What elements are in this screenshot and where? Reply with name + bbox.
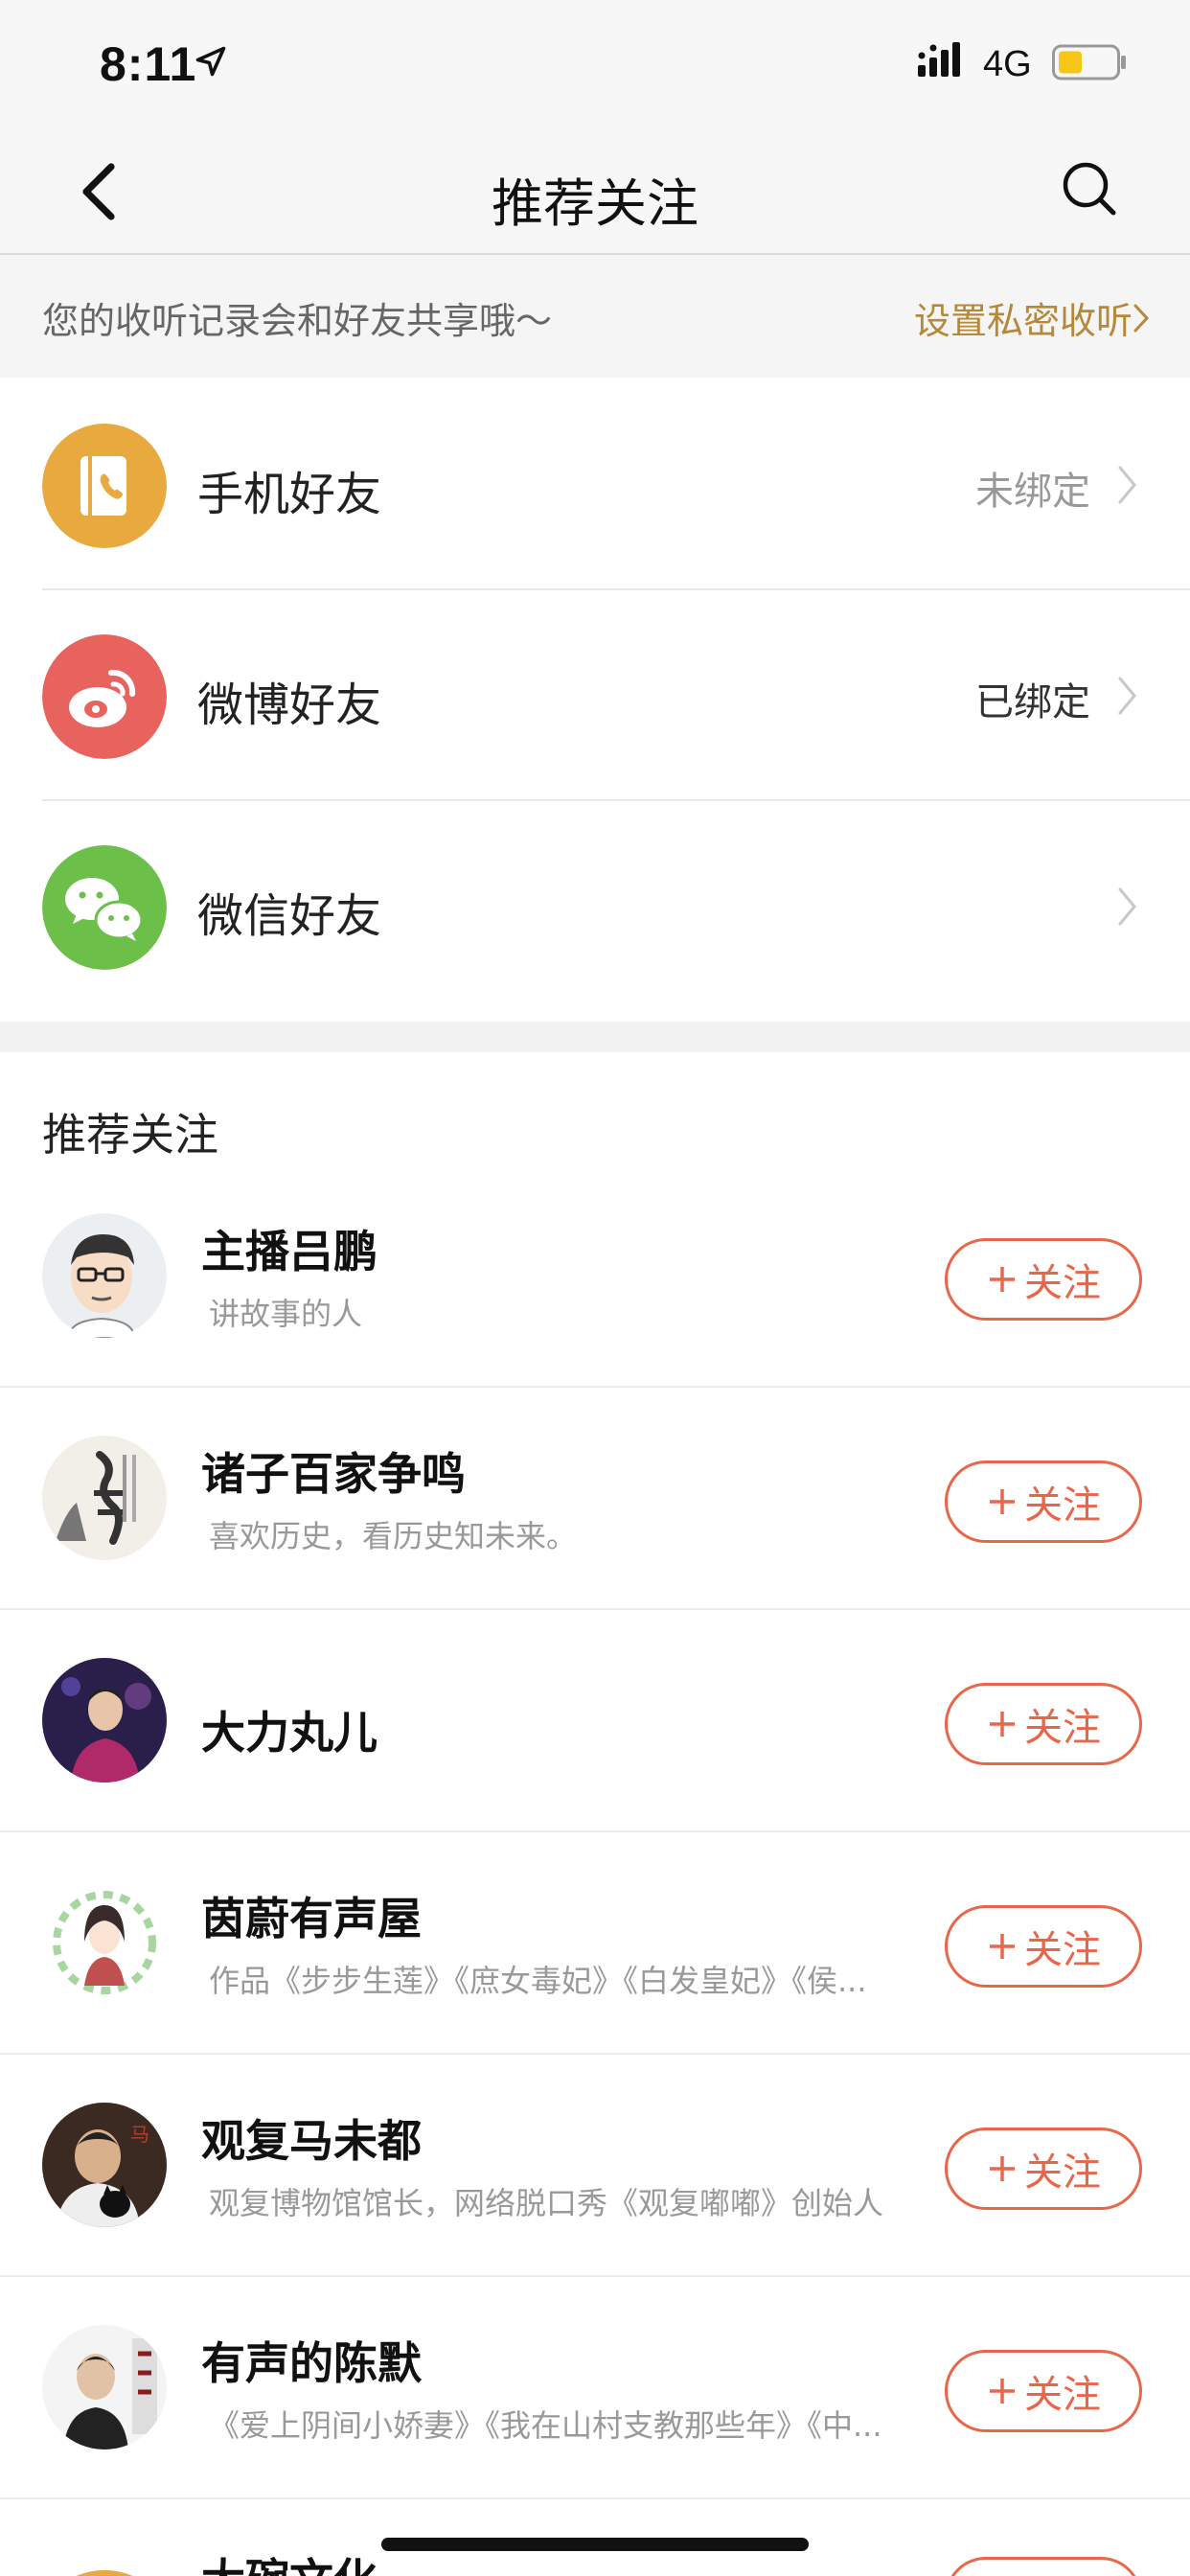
friend-row-wechat[interactable]: 微信好友 — [0, 801, 1190, 1012]
avatar[interactable] — [42, 2325, 167, 2450]
chevron-right-icon — [1118, 677, 1136, 715]
follow-label: 关注 — [1024, 2373, 1101, 2417]
follow-button[interactable]: 关注 — [945, 1460, 1142, 1543]
user-name: 大力丸儿 — [201, 1707, 378, 1759]
chevron-right-icon — [1133, 304, 1150, 333]
network-type: 4G — [983, 44, 1032, 84]
list-item[interactable]: 马 观复马未都 观复博物馆馆长，网络脱口秀《观复嘟嘟》创始人 关注 — [0, 2055, 1190, 2275]
private-listen-link[interactable]: 设置私密收听 — [914, 291, 1133, 344]
user-desc: 《爱上阴间小娇妻》《我在山村支教那些年》《中... — [209, 2407, 882, 2444]
user-name: 观复马未都 — [201, 2115, 422, 2167]
nav-bar: 推荐关注 — [0, 134, 1190, 255]
wechat-icon — [42, 845, 167, 970]
follow-label: 关注 — [1024, 1484, 1101, 1528]
location-arrow-icon — [195, 46, 226, 77]
user-name: 诸子百家争鸣 — [201, 1448, 466, 1500]
status-bar: 8:11 4G — [0, 0, 1190, 134]
friend-label: 微信好友 — [197, 889, 382, 943]
user-desc: 喜欢历史，看历史知未来。 — [209, 1518, 578, 1554]
follow-label: 关注 — [1024, 1706, 1101, 1750]
search-icon[interactable] — [1058, 157, 1121, 220]
chevron-right-icon — [1118, 466, 1136, 504]
user-desc: 观复博物馆馆长，网络脱口秀《观复嘟嘟》创始人 — [209, 2185, 884, 2221]
follow-button[interactable]: 关注 — [945, 1683, 1142, 1765]
user-name: 茵蔚有声屋 — [201, 1893, 422, 1944]
home-indicator[interactable] — [381, 2538, 809, 2551]
svg-text:马: 马 — [130, 2123, 149, 2146]
follow-label: 关注 — [1024, 1928, 1101, 1972]
follow-button[interactable]: 关注 — [945, 1905, 1142, 1988]
follow-button[interactable]: 关注 — [945, 2350, 1142, 2432]
phone-book-icon — [42, 424, 167, 548]
friend-row-weibo[interactable]: 微博好友 已绑定 — [0, 590, 1190, 801]
avatar[interactable] — [42, 1436, 167, 1560]
follow-label: 关注 — [1005, 2570, 1082, 2576]
page-title: 推荐关注 — [492, 173, 698, 234]
avatar[interactable] — [42, 1213, 167, 1338]
section-title: 推荐关注 — [42, 1109, 218, 1161]
plus-icon — [990, 2156, 1015, 2181]
user-desc: 讲故事的人 — [209, 1296, 363, 1332]
plus-icon — [990, 1267, 1015, 1292]
battery-icon — [1052, 44, 1126, 80]
avatar[interactable]: 马 — [42, 2103, 167, 2227]
avatar[interactable] — [42, 1880, 167, 2005]
status-time: 8:11 — [100, 37, 197, 91]
signal-icon — [918, 42, 960, 77]
bind-status: 已绑定 — [975, 680, 1090, 724]
bind-status: 未绑定 — [975, 470, 1090, 514]
avatar[interactable] — [42, 2551, 167, 2576]
friend-row-phone[interactable]: 手机好友 未绑定 — [0, 380, 1190, 590]
plus-icon — [990, 1934, 1015, 1959]
user-name: 主播吕鹏 — [201, 1226, 378, 1277]
notice-text: 您的收听记录会和好友共享哦～ — [42, 300, 553, 342]
user-name: 有声的陈默 — [201, 2337, 422, 2389]
weibo-icon — [42, 634, 167, 759]
plus-icon — [990, 2379, 1015, 2404]
friend-label: 手机好友 — [197, 468, 382, 521]
follow-label: 关注 — [1024, 2150, 1101, 2195]
list-item[interactable]: 大力丸儿 关注 — [0, 1610, 1190, 1830]
share-notice: 您的收听记录会和好友共享哦～ 设置私密收听 — [0, 255, 1190, 378]
list-item[interactable]: 茵蔚有声屋 作品《步步生莲》《庶女毒妃》《白发皇妃》《侯... 关注 — [0, 1832, 1190, 2053]
follow-label: 关注 — [1024, 1261, 1101, 1305]
list-item[interactable]: 诸子百家争鸣 喜欢历史，看历史知未来。 关注 — [0, 1388, 1190, 1608]
follow-button[interactable]: 关注 — [945, 1238, 1142, 1321]
plus-icon — [990, 1489, 1015, 1514]
chevron-right-icon — [1118, 887, 1136, 926]
follow-button[interactable]: 关注 — [945, 2128, 1142, 2210]
user-desc: 作品《步步生莲》《庶女毒妃》《白发皇妃》《侯... — [209, 1963, 867, 1999]
avatar[interactable] — [42, 1658, 167, 1782]
list-item[interactable]: 有声的陈默 《爱上阴间小娇妻》《我在山村支教那些年》《中... 关注 — [0, 2277, 1190, 2497]
follow-button[interactable]: 关注 — [945, 2557, 1142, 2576]
friend-label: 微博好友 — [197, 678, 382, 732]
section-separator — [0, 1022, 1190, 1052]
plus-icon — [990, 1712, 1015, 1736]
list-item[interactable]: 主播吕鹏 讲故事的人 关注 — [0, 1165, 1190, 1386]
user-name: 大碗文化 — [201, 2545, 378, 2576]
